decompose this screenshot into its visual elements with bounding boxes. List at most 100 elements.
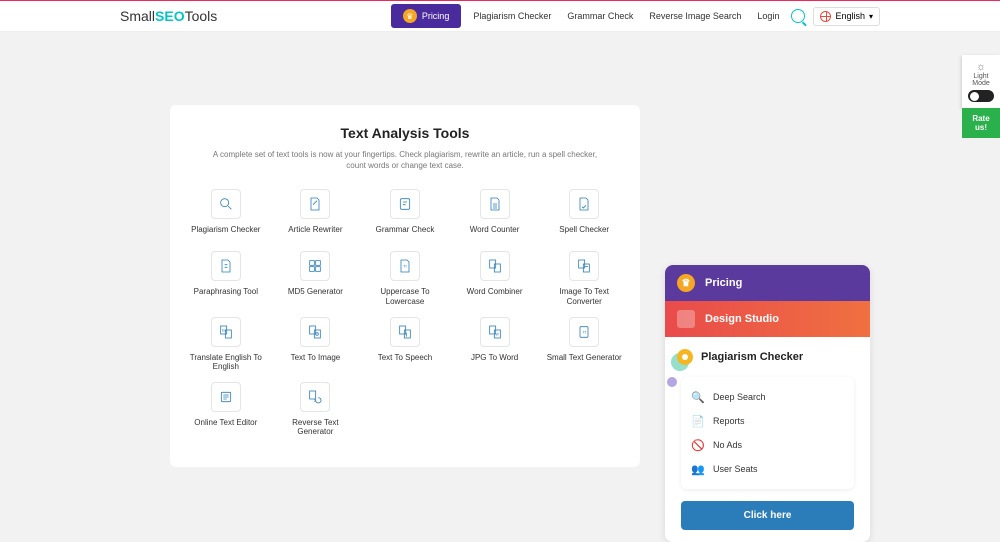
tool-item[interactable]: Spell Checker <box>543 189 625 241</box>
tool-item[interactable]: Plagiarism Checker <box>185 189 267 241</box>
svg-text:W: W <box>495 332 499 336</box>
tool-item[interactable]: Image To Text Converter <box>543 251 625 306</box>
pricing-button[interactable]: ♛ Pricing <box>391 4 462 28</box>
search-icon: 🔍 <box>691 390 705 404</box>
chevron-down-icon: ▾ <box>869 12 873 21</box>
feature-label: Deep Search <box>713 392 766 402</box>
logo-pre: Small <box>120 8 155 24</box>
promo-pricing-button[interactable]: ♛ Pricing <box>665 265 870 301</box>
tool-icon <box>390 317 420 347</box>
nav-grammar[interactable]: Grammar Check <box>563 9 637 23</box>
tool-label: Word Counter <box>470 225 520 241</box>
theme-toggle[interactable] <box>968 90 994 102</box>
tool-icon <box>390 189 420 219</box>
globe-icon <box>820 11 831 22</box>
reports-icon: 📄 <box>691 414 705 428</box>
tool-icon <box>300 189 330 219</box>
logo-seo: SEO <box>155 8 185 24</box>
section-description: A complete set of text tools is now at y… <box>205 149 605 171</box>
tool-item[interactable]: MD5 Generator <box>275 251 357 306</box>
theme-widget[interactable]: ☼ Light Mode <box>962 55 1000 108</box>
svg-text:En: En <box>222 328 226 332</box>
tool-icon <box>569 251 599 281</box>
tool-item[interactable]: Reverse Text Generator <box>275 382 357 437</box>
tools-panel: Text Analysis Tools A complete set of te… <box>170 105 640 467</box>
tool-item[interactable]: Text To Speech <box>364 317 446 372</box>
logo[interactable]: SmallSEOTools <box>120 8 217 24</box>
tool-icon <box>300 251 330 281</box>
tool-icon <box>569 189 599 219</box>
noads-icon: 🚫 <box>691 438 705 452</box>
tool-label: Grammar Check <box>376 225 435 241</box>
tool-label: MD5 Generator <box>288 287 343 303</box>
tool-label: Article Rewriter <box>288 225 342 241</box>
feature-no-ads: 🚫 No Ads <box>689 433 846 457</box>
dot-icon <box>677 349 693 365</box>
tool-item[interactable]: Article Rewriter <box>275 189 357 241</box>
tool-item[interactable]: WJPG To Word <box>454 317 536 372</box>
tool-label: Small Text Generator <box>547 353 622 369</box>
tool-label: Spell Checker <box>559 225 609 241</box>
crown-icon: ♛ <box>403 9 417 23</box>
header: SmallSEOTools ♛ Pricing Plagiarism Check… <box>0 0 1000 32</box>
feature-label: No Ads <box>713 440 742 450</box>
tool-label: Word Combiner <box>467 287 523 303</box>
language-label: English <box>835 11 865 21</box>
logo-post: Tools <box>185 8 218 24</box>
feature-label: User Seats <box>713 464 758 474</box>
feature-label: Reports <box>713 416 745 426</box>
tool-item[interactable]: Word Combiner <box>454 251 536 306</box>
promo-cta-button[interactable]: Click here <box>681 501 854 530</box>
crown-icon: ♛ <box>677 274 695 292</box>
tool-item[interactable]: Word Counter <box>454 189 536 241</box>
tool-label: Online Text Editor <box>194 418 257 434</box>
svg-text:Tt: Tt <box>583 329 587 334</box>
feature-list: 🔍 Deep Search 📄 Reports 🚫 No Ads 👥 User Seat… <box>681 377 854 489</box>
promo-pricing-label: Pricing <box>705 277 742 289</box>
tool-item[interactable]: En Translate English To English <box>185 317 267 372</box>
decorative-blob <box>667 377 677 387</box>
tool-item[interactable]: Online Text Editor <box>185 382 267 437</box>
svg-text:Tt: Tt <box>403 264 407 269</box>
tool-icon: W <box>480 317 510 347</box>
feature-reports: 📄 Reports <box>689 409 846 433</box>
tool-label: Image To Text Converter <box>543 287 625 306</box>
rate-us-button[interactable]: Rate us! <box>962 108 1000 138</box>
tool-label: Translate English To English <box>185 353 267 372</box>
theme-label-1: Light <box>966 73 996 80</box>
side-widgets: ☼ Light Mode Rate us! <box>962 55 1000 138</box>
promo-body: Plagiarism Checker 🔍 Deep Search 📄 Reports… <box>665 337 870 542</box>
tool-grid: Plagiarism Checker Article Rewriter Gramma… <box>185 189 625 437</box>
tool-item[interactable]: Paraphrasing Tool <box>185 251 267 306</box>
language-selector[interactable]: English ▾ <box>813 7 880 26</box>
tool-label: Text To Image <box>291 353 341 369</box>
tool-icon <box>211 382 241 412</box>
nav-reverse-image[interactable]: Reverse Image Search <box>645 9 745 23</box>
pricing-label: Pricing <box>422 11 450 21</box>
tool-icon <box>211 189 241 219</box>
tool-icon <box>300 382 330 412</box>
tool-item[interactable]: Tt Uppercase To Lowercase <box>364 251 446 306</box>
tool-item[interactable]: Tt Small Text Generator <box>543 317 625 372</box>
section-title: Text Analysis Tools <box>185 125 625 141</box>
nav-login[interactable]: Login <box>753 9 783 23</box>
users-icon: 👥 <box>691 462 705 476</box>
tool-icon: En <box>211 317 241 347</box>
promo-design-button[interactable]: Design Studio <box>665 301 870 337</box>
tool-item[interactable]: Grammar Check <box>364 189 446 241</box>
tool-icon <box>480 251 510 281</box>
nav-plagiarism[interactable]: Plagiarism Checker <box>469 9 555 23</box>
tool-label: Text To Speech <box>378 353 433 369</box>
tool-label: Paraphrasing Tool <box>194 287 258 303</box>
tool-icon: Tt <box>390 251 420 281</box>
promo-design-label: Design Studio <box>705 313 779 325</box>
search-icon[interactable] <box>791 9 805 23</box>
design-icon <box>677 310 695 328</box>
tool-icon <box>480 189 510 219</box>
tool-label: Uppercase To Lowercase <box>364 287 446 306</box>
promo-title-row: Plagiarism Checker <box>677 349 858 365</box>
top-nav: ♛ Pricing Plagiarism Checker Grammar Che… <box>391 4 880 28</box>
promo-title: Plagiarism Checker <box>701 351 803 363</box>
tool-item[interactable]: Text To Image <box>275 317 357 372</box>
feature-user-seats: 👥 User Seats <box>689 457 846 481</box>
